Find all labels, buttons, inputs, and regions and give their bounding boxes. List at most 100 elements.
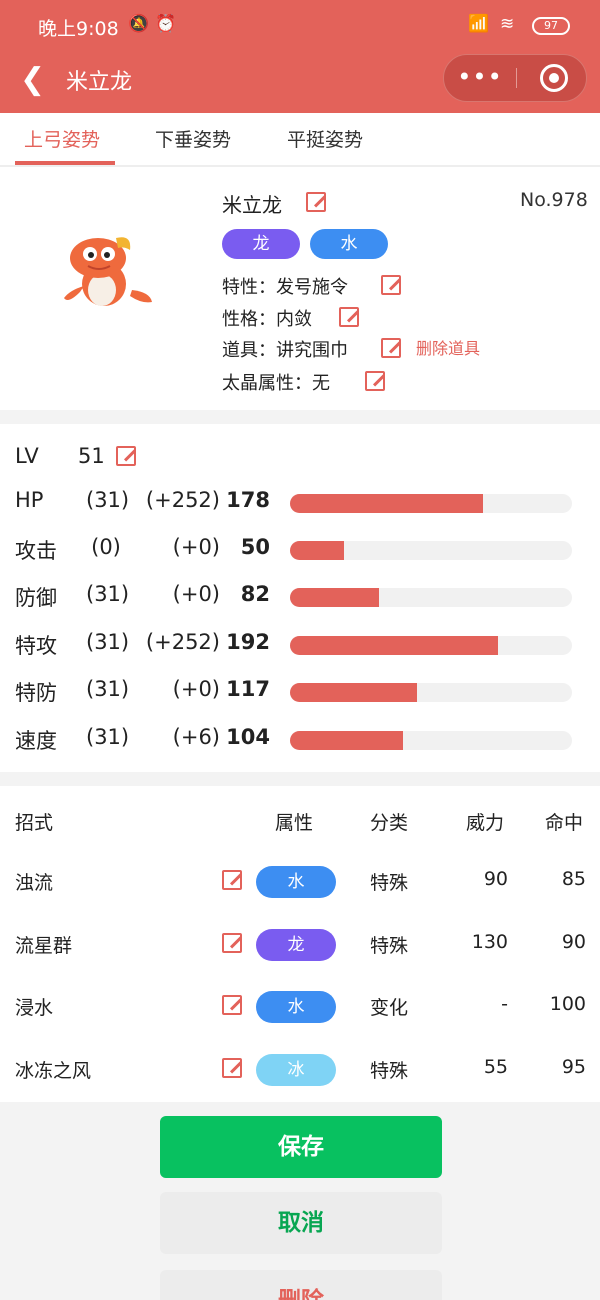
move-type-badge: 水 — [256, 991, 336, 1023]
stat-total: 192 — [226, 630, 270, 654]
level-label: LV — [15, 444, 39, 468]
stat-name: 特攻 — [15, 634, 57, 658]
stat-ev: (+0) — [172, 582, 220, 606]
stat-bar-track — [290, 636, 572, 655]
stat-ev: (+6) — [172, 725, 220, 749]
stat-bar-track — [290, 588, 572, 607]
move-name: 浊流 — [15, 872, 54, 894]
move-row: 冰冻之风 冰 特殊 55 95 — [0, 1052, 600, 1088]
edit-nature-icon[interactable] — [339, 307, 359, 327]
stat-row-hp: HP (31) (+252) 178 — [0, 488, 600, 520]
wifi-icon: ≋ — [500, 14, 515, 34]
moves-header-accuracy: 命中 — [545, 812, 584, 834]
edit-item-icon[interactable] — [381, 338, 401, 358]
pokemon-sprite — [64, 237, 152, 306]
stat-total: 178 — [226, 488, 270, 512]
tab-pose-2[interactable]: 下垂姿势 — [155, 125, 231, 152]
stat-bar-fill — [290, 541, 345, 560]
stat-total: 50 — [240, 535, 270, 559]
stat-row-speed: 速度 (31) (+6) 104 — [0, 725, 600, 757]
stat-row-defense: 防御 (31) (+0) 82 — [0, 582, 600, 614]
header: 晚上9:08 🔕 ⏰ 📶 ≋ 97 ❮ 米立龙 ••• — [0, 0, 600, 113]
more-options-button[interactable]: ••• — [444, 55, 516, 101]
move-category: 特殊 — [370, 872, 409, 894]
stat-iv: (31) — [86, 582, 130, 606]
stat-iv: (0) — [91, 535, 121, 559]
move-name: 冰冻之风 — [15, 1060, 92, 1082]
alarm-icon: ⏰ — [155, 14, 177, 34]
capsule-divider — [516, 68, 517, 88]
type-badge-dragon: 龙 — [222, 229, 300, 259]
stat-ev: (+252) — [145, 630, 220, 654]
stat-name: 防御 — [15, 586, 57, 610]
stat-bar-track — [290, 494, 572, 513]
move-type-badge: 水 — [256, 866, 336, 898]
edit-move-icon[interactable] — [222, 995, 242, 1015]
move-name: 流星群 — [15, 935, 73, 957]
stat-bar-fill — [290, 636, 499, 655]
move-type-badge: 冰 — [256, 1054, 336, 1086]
delete-button[interactable]: 删除 — [160, 1270, 442, 1300]
pose-tabs: 上弓姿势 下垂姿势 平挺姿势 — [0, 113, 600, 167]
stat-name: 特防 — [15, 681, 57, 705]
stat-iv: (31) — [86, 677, 130, 701]
stat-iv: (31) — [86, 488, 130, 512]
stat-ev: (+0) — [172, 677, 220, 701]
stat-name: 速度 — [15, 729, 57, 753]
move-category: 变化 — [370, 997, 409, 1019]
save-button[interactable]: 保存 — [160, 1116, 442, 1178]
move-name: 浸水 — [15, 997, 54, 1019]
cancel-button[interactable]: 取消 — [160, 1192, 442, 1254]
edit-ability-icon[interactable] — [381, 275, 401, 295]
move-row: 浊流 水 特殊 90 85 — [0, 864, 600, 900]
move-accuracy: 100 — [549, 993, 586, 1015]
moves-header-type: 属性 — [275, 812, 314, 834]
stat-bar-fill — [290, 494, 484, 513]
move-power: - — [501, 993, 508, 1015]
edit-tera-icon[interactable] — [365, 371, 385, 391]
moves-header-category: 分类 — [370, 812, 409, 834]
close-miniprogram-icon[interactable] — [540, 64, 568, 92]
stat-ev: (+0) — [172, 535, 220, 559]
stat-row-sp-attack: 特攻 (31) (+252) 192 — [0, 630, 600, 662]
edit-move-icon[interactable] — [222, 933, 242, 953]
move-row: 流星群 龙 特殊 130 90 — [0, 927, 600, 963]
section-divider — [0, 772, 600, 786]
page-title: 米立龙 — [66, 70, 133, 95]
miniprogram-capsule: ••• — [443, 54, 587, 102]
nature-text: 性格：内敛 — [222, 309, 312, 330]
move-power: 130 — [471, 931, 508, 953]
moves-section: 招式 属性 分类 威力 命中 浊流 水 特殊 90 85 流星群 龙 特殊 13… — [0, 786, 600, 1102]
stat-bar-track — [290, 541, 572, 560]
tab-pose-3[interactable]: 平挺姿势 — [287, 125, 363, 152]
battery-indicator: 97 — [532, 17, 570, 35]
move-power: 90 — [483, 868, 508, 890]
stat-row-attack: 攻击 (0) (+0) 50 — [0, 535, 600, 567]
edit-move-icon[interactable] — [222, 870, 242, 890]
stat-iv: (31) — [86, 630, 130, 654]
remove-item-link[interactable]: 删除道具 — [416, 335, 480, 359]
edit-move-icon[interactable] — [222, 1058, 242, 1078]
move-category: 特殊 — [370, 1060, 409, 1082]
move-type-badge: 龙 — [256, 929, 336, 961]
action-bar: 保存 取消 删除 — [0, 1102, 600, 1300]
edit-level-icon[interactable] — [116, 446, 136, 466]
status-time: 晚上9:08 — [38, 18, 119, 40]
tab-pose-1[interactable]: 上弓姿势 — [24, 125, 100, 152]
chevron-left-icon[interactable]: ❮ — [20, 62, 50, 98]
status-bar: 晚上9:08 🔕 ⏰ 📶 ≋ 97 — [0, 0, 600, 52]
type-badge-water: 水 — [310, 229, 388, 259]
stat-total: 117 — [226, 677, 270, 701]
stat-bar-fill — [290, 731, 403, 750]
signal-icon: 📶 — [468, 14, 490, 34]
active-tab-indicator — [15, 161, 115, 165]
moves-header-name: 招式 — [15, 812, 54, 834]
move-accuracy: 90 — [561, 931, 586, 953]
move-accuracy: 85 — [561, 868, 586, 890]
tera-type-text: 太晶属性：无 — [222, 373, 330, 394]
stat-ev: (+252) — [145, 488, 220, 512]
move-row: 浸水 水 变化 - 100 — [0, 989, 600, 1025]
pokemon-info: 米立龙 No.978 龙 水 特性：发号施令 性格：内敛 道具：讲究围巾 删除道… — [0, 167, 600, 410]
nav-bar: ❮ 米立龙 ••• — [0, 52, 600, 113]
edit-name-icon[interactable] — [306, 192, 326, 212]
